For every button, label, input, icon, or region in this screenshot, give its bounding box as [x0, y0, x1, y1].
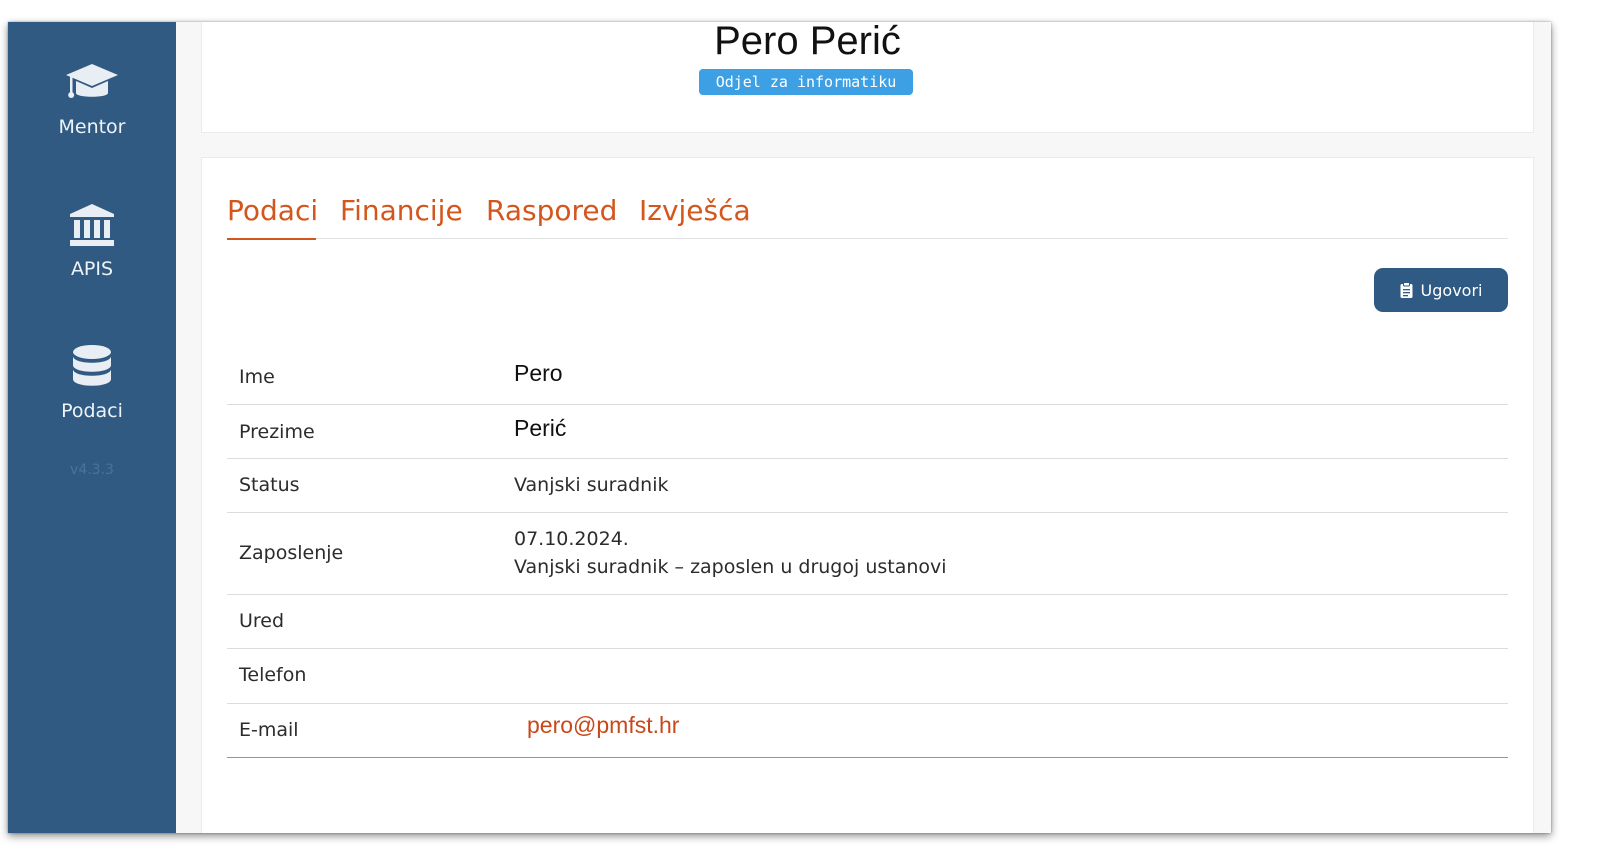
sidebar-item-mentor[interactable]: Mentor — [8, 60, 176, 138]
ugovori-button-label: Ugovori — [1420, 280, 1483, 300]
app-window: Mentor APIS Podaci v4.3.3 Pero Perić Odj… — [8, 22, 1551, 833]
page-title: Pero Perić — [714, 22, 901, 63]
table-row: Prezime Perić — [227, 405, 1508, 459]
field-label: Ured — [239, 610, 285, 632]
table-row: Ured — [227, 595, 1508, 649]
profile-header: Pero Perić Odjel za informatiku — [201, 22, 1534, 133]
field-value: Vanjski suradnik — [514, 474, 669, 496]
sidebar-item-label: APIS — [70, 258, 114, 280]
profile-details-card: Podaci Financije Raspored Izvješća Ugovo… — [201, 157, 1534, 833]
bank-icon — [8, 202, 176, 248]
table-row: Zaposlenje 07.10.2024. Vanjski suradnik … — [227, 513, 1508, 595]
tab-podaci[interactable]: Podaci — [227, 192, 318, 240]
field-value: Perić — [514, 415, 567, 441]
details-table: Ime Pero Prezime Perić Status Vanjski su… — [227, 350, 1508, 758]
sidebar-item-label: Mentor — [58, 116, 126, 138]
email-link[interactable]: pero@pmfst.hr — [527, 712, 679, 739]
field-label: Status — [239, 474, 300, 496]
sidebar: Mentor APIS Podaci v4.3.3 — [8, 22, 176, 833]
field-label: Prezime — [239, 421, 315, 443]
employment-date: 07.10.2024. — [514, 528, 629, 550]
clipboard-icon — [1400, 282, 1413, 298]
table-row: Telefon — [227, 649, 1508, 704]
tab-raspored[interactable]: Raspored — [486, 192, 617, 238]
graduation-cap-icon — [8, 60, 176, 106]
field-label: E-mail — [239, 719, 299, 741]
sidebar-item-label: Podaci — [61, 400, 123, 422]
department-badge: Odjel za informatiku — [699, 69, 913, 95]
tab-bar: Podaci Financije Raspored Izvješća — [227, 192, 1508, 240]
field-value: Pero — [514, 360, 563, 386]
ugovori-button[interactable]: Ugovori — [1374, 268, 1508, 312]
table-row: Status Vanjski suradnik — [227, 459, 1508, 513]
tab-financije[interactable]: Financije — [340, 192, 463, 238]
field-label: Telefon — [239, 664, 307, 686]
employment-description: Vanjski suradnik – zaposlen u drugoj ust… — [514, 556, 947, 578]
sidebar-item-apis[interactable]: APIS — [8, 202, 176, 280]
table-row: Ime Pero — [227, 350, 1508, 405]
version-label: v4.3.3 — [70, 462, 114, 478]
tab-izvjesca[interactable]: Izvješća — [639, 192, 751, 238]
field-label: Ime — [239, 366, 275, 388]
table-row: E-mail pero@pmfst.hr — [227, 704, 1508, 758]
sidebar-item-podaci[interactable]: Podaci — [8, 344, 176, 422]
field-label: Zaposlenje — [239, 542, 344, 564]
database-icon — [8, 344, 176, 390]
